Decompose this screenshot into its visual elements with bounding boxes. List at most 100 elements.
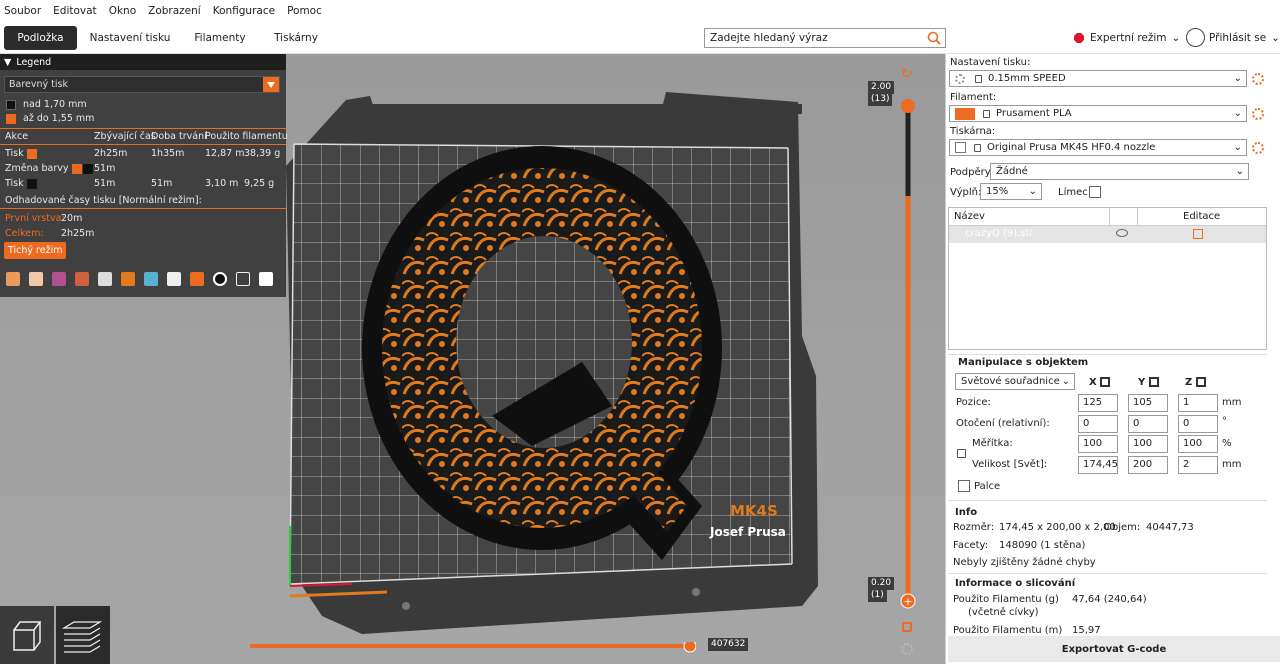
printer-select[interactable]: Original Prusa MK4S HF0.4 nozzle ⌄ <box>949 139 1247 156</box>
legend-row-duration: 1h35m <box>151 148 185 159</box>
print-settings-select[interactable]: 0.15mm SPEED ⌄ <box>949 70 1247 87</box>
supports-select[interactable]: Žádné ⌄ <box>990 163 1249 180</box>
legend-row-weight: 38,39 g <box>244 148 281 159</box>
rotation-x-input[interactable]: 0 <box>1078 415 1118 433</box>
tool-marker-icon[interactable] <box>259 272 273 286</box>
legend-range-1: nad 1,70 mm <box>23 99 87 110</box>
legend-row-action: Změna barvy <box>5 163 69 174</box>
chevron-down-icon: ⌄ <box>1028 186 1037 197</box>
size-z-input[interactable]: 2 <box>1178 456 1218 474</box>
user-icon <box>1186 28 1205 47</box>
brim-label: Límec: <box>1058 187 1092 198</box>
color-swatch-black <box>26 178 37 189</box>
printer-gear-icon[interactable] <box>1252 142 1264 154</box>
filament-select[interactable]: Prusament PLA ⌄ <box>949 105 1247 122</box>
wipe-icon[interactable] <box>29 272 43 286</box>
tab-filaments[interactable]: Filamenty <box>188 26 252 50</box>
edit-icon[interactable] <box>1193 229 1203 239</box>
tab-print-settings[interactable]: Nastavení tisku <box>88 26 172 50</box>
lock-icon <box>975 74 982 83</box>
brim-checkbox[interactable] <box>1089 186 1101 198</box>
expert-mode-button[interactable]: Expertní režim ⌄ <box>1074 32 1180 44</box>
total-label: Celkem: <box>5 228 44 239</box>
menu-view[interactable]: Zobrazení <box>148 5 201 17</box>
lock-icon[interactable] <box>957 449 966 458</box>
printer-value: Original Prusa MK4S HF0.4 nozzle <box>987 142 1156 153</box>
legend-estimate-title: Odhadované časy tisku [Normální režim]: <box>5 195 202 206</box>
size-unit: mm <box>1222 459 1242 470</box>
menu-configuration[interactable]: Konfigurace <box>213 5 275 17</box>
cog-icon[interactable] <box>901 643 913 655</box>
quiet-mode-button[interactable]: Tichý režim <box>4 242 67 259</box>
export-gcode-button[interactable]: Exportovat G-code <box>948 636 1280 662</box>
menu-edit[interactable]: Editovat <box>53 5 97 17</box>
filament-gear-icon[interactable] <box>1252 108 1264 120</box>
seams-icon[interactable] <box>98 272 112 286</box>
coordinate-system-select[interactable]: Světové souřadnice ⌄ <box>955 373 1075 390</box>
lock-icon[interactable] <box>902 622 912 632</box>
axis-x-label: X <box>1089 377 1097 388</box>
position-y-input[interactable]: 105 <box>1128 394 1168 412</box>
scale-y-input[interactable]: 100 <box>1128 435 1168 453</box>
print-settings-gear-icon[interactable] <box>1252 73 1264 85</box>
undo-icon[interactable]: ↻ <box>901 66 913 82</box>
tab-printers[interactable]: Tiskárny <box>264 26 328 50</box>
search-icon[interactable] <box>927 31 941 45</box>
lock-icon <box>974 143 981 152</box>
size-x-input[interactable]: 174,45 <box>1078 456 1118 474</box>
position-z-input[interactable]: 1 <box>1178 394 1218 412</box>
size-label: Velikost [Svět]: <box>972 459 1048 470</box>
shells-icon[interactable] <box>236 272 250 286</box>
tab-plater[interactable]: Podložka <box>4 26 77 50</box>
menu-window[interactable]: Okno <box>109 5 136 17</box>
menu-bar: Soubor Editovat Okno Zobrazení Konfigura… <box>0 0 1280 22</box>
infill-select[interactable]: 15% ⌄ <box>980 183 1042 200</box>
filament-label: Filament: <box>950 92 997 103</box>
scale-z-input[interactable]: 100 <box>1178 435 1218 453</box>
eye-icon[interactable] <box>1116 229 1128 237</box>
menu-file[interactable]: Soubor <box>4 5 41 17</box>
rotation-y-input[interactable]: 0 <box>1128 415 1168 433</box>
layer-slider[interactable]: + <box>898 96 918 616</box>
total-value: 2h25m <box>61 228 95 239</box>
center-of-gravity-icon[interactable] <box>213 272 227 286</box>
facets-value: 148090 (1 stěna) <box>999 540 1086 551</box>
filament-m-value: 15,97 <box>1072 625 1101 636</box>
printer-icon <box>955 142 966 153</box>
move-slider[interactable] <box>250 642 696 653</box>
pause-icon[interactable] <box>167 272 181 286</box>
errors-text: Nebyly zjištěny žádné chyby <box>953 557 1096 568</box>
legend-row-remaining: 2h25m <box>94 148 128 159</box>
search-input[interactable]: Zadejte hledaný výraz <box>704 28 946 48</box>
legend-view-type-select[interactable]: Barevný tisk <box>4 76 280 93</box>
object-list: Název Editace crazyQ (9).stl <box>948 207 1267 350</box>
legend-row-weight: 9,25 g <box>244 178 275 189</box>
printer-label: Tiskárna: <box>950 126 996 137</box>
deretractions-icon[interactable] <box>75 272 89 286</box>
color-swatch-black <box>82 163 93 174</box>
legend-row-duration: 51m <box>151 178 173 189</box>
preview-button[interactable] <box>56 606 110 664</box>
color-changes-icon[interactable] <box>144 272 158 286</box>
login-button[interactable]: Přihlásit se ⌄ <box>1186 28 1280 47</box>
object-list-row[interactable]: crazyQ (9).stl <box>949 226 1266 243</box>
login-label: Přihlásit se <box>1209 31 1267 44</box>
menu-help[interactable]: Pomoc <box>287 5 322 17</box>
infill-label: Výplň: <box>950 187 982 198</box>
rotation-z-input[interactable]: 0 <box>1178 415 1218 433</box>
color-swatch-black <box>6 99 16 110</box>
custom-gcode-icon[interactable] <box>190 272 204 286</box>
inches-checkbox[interactable] <box>958 480 970 492</box>
scale-x-input[interactable]: 100 <box>1078 435 1118 453</box>
travel-icon[interactable] <box>6 272 20 286</box>
lock-icon <box>983 109 990 118</box>
retractions-icon[interactable] <box>52 272 66 286</box>
legend-col-action: Akce <box>5 131 29 142</box>
legend-header[interactable]: ▼ Legend <box>0 54 286 70</box>
position-x-input[interactable]: 125 <box>1078 394 1118 412</box>
size-y-input[interactable]: 200 <box>1128 456 1168 474</box>
3d-view-button[interactable] <box>0 606 54 664</box>
scale-label: Měřítka: <box>972 438 1013 449</box>
filament-color-swatch <box>955 107 975 120</box>
tool-changes-icon[interactable] <box>121 272 135 286</box>
